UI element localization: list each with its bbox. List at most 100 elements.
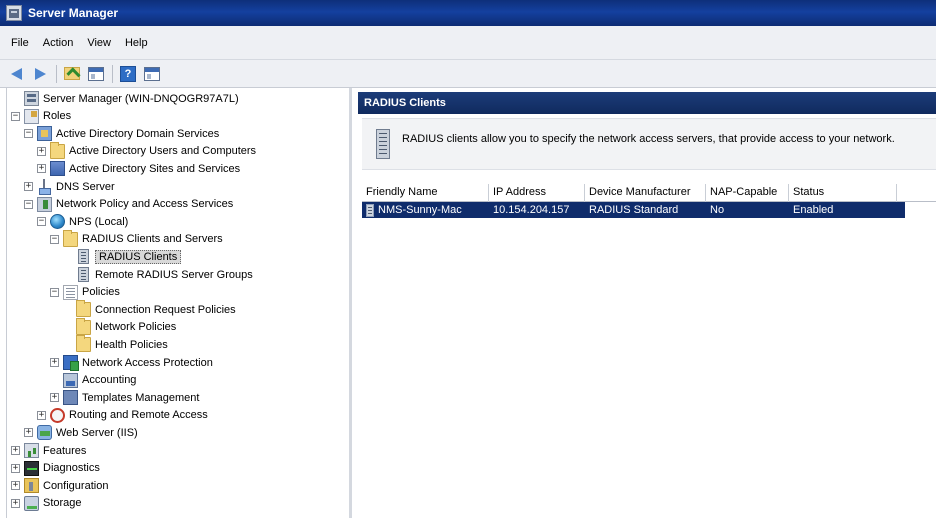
show-hide-action-pane-button[interactable] <box>142 64 162 84</box>
tree-node-dns-server[interactable]: + DNS Server <box>24 178 115 195</box>
radius-client-icon <box>376 129 390 159</box>
tree-node-label: Connection Request Policies <box>95 303 236 316</box>
tree-node-connection-request-policies[interactable]: Connection Request Policies <box>63 300 236 318</box>
tree-node-web-server-iis[interactable]: + Web Server (IIS) <box>24 424 138 441</box>
help-icon: ? <box>120 65 136 82</box>
tree-node-label: Accounting <box>82 374 137 387</box>
cell-nap-capable: No <box>710 204 725 216</box>
expand-icon[interactable]: + <box>50 358 59 367</box>
tree-node-features[interactable]: + Features <box>11 442 86 459</box>
menu-file[interactable]: File <box>4 35 36 51</box>
up-one-level-button[interactable] <box>62 64 82 84</box>
collapse-icon[interactable]: − <box>24 129 33 139</box>
route-icon <box>50 407 65 423</box>
tree-node-active-directory-domain-services[interactable]: − Active Directory Domain Services <box>24 125 219 142</box>
back-button[interactable] <box>6 64 26 84</box>
tree-node-policies[interactable]: − Policies <box>50 284 120 301</box>
tree-node-radius-clients[interactable]: RADIUS Clients <box>63 248 182 265</box>
cell-friendly-name: NMS-Sunny-Mac <box>362 202 489 218</box>
console-tree[interactable]: Server Manager (WIN-DNQOGR97A7L) − Roles − A… <box>6 88 352 518</box>
radius-clients-list: Friendly Name IP Address Device Manufact… <box>362 184 936 218</box>
menu-bar: File Action View Help <box>0 26 936 60</box>
device-icon <box>78 267 89 282</box>
collapse-icon[interactable]: − <box>24 199 33 209</box>
expand-icon[interactable]: + <box>11 446 20 455</box>
cell-ip-address: 10.154.204.157 <box>493 204 570 216</box>
tree-node-active-directory-users-and-computers[interactable]: + Active Directory Users and Computers <box>37 141 257 160</box>
forward-button[interactable] <box>30 64 50 84</box>
expand-icon[interactable]: + <box>37 146 46 156</box>
sites-icon <box>50 161 65 177</box>
column-device-manufacturer[interactable]: Device Manufacturer <box>585 184 706 202</box>
details-pane: RADIUS Clients RADIUS clients allow you … <box>358 88 936 518</box>
tree-node-label: Web Server (IIS) <box>56 426 138 439</box>
tree-node-configuration[interactable]: + Configuration <box>11 477 108 494</box>
tree-node-radius-clients-and-servers[interactable]: − RADIUS Clients and Servers <box>50 229 223 248</box>
server-manager-icon <box>6 5 22 21</box>
cell-status: Enabled <box>793 204 834 216</box>
expand-icon[interactable]: + <box>24 182 33 191</box>
tree-node-label: Network Access Protection <box>82 356 213 369</box>
tree-node-server-manager-win-dnqogr97a7l[interactable]: Server Manager (WIN-DNQOGR97A7L) <box>11 90 239 107</box>
tree-node-templates-management[interactable]: + Templates Management <box>50 389 199 406</box>
menu-view[interactable]: View <box>80 35 118 51</box>
tree-node-nps-local[interactable]: − NPS (Local) <box>37 213 128 230</box>
expand-icon[interactable]: + <box>37 410 46 420</box>
column-nap-capable[interactable]: NAP-Capable <box>706 184 789 202</box>
tree-node-network-policies[interactable]: Network Policies <box>63 317 176 336</box>
globe-icon <box>50 214 65 230</box>
expand-icon[interactable]: + <box>11 463 20 473</box>
tree-node-label: DNS Server <box>56 180 115 193</box>
collapse-icon[interactable]: − <box>50 234 59 244</box>
collapse-icon[interactable]: − <box>37 217 46 227</box>
tree-node-label: Diagnostics <box>43 462 100 475</box>
expand-icon[interactable]: + <box>37 164 46 174</box>
tree-node-label: Active Directory Users and Computers <box>69 145 257 158</box>
tree-node-health-policies[interactable]: Health Policies <box>63 335 168 353</box>
tree-node-label: Network Policy and Access Services <box>56 198 234 211</box>
help-button[interactable]: ? <box>118 64 138 84</box>
tree-node-routing-and-remote-access[interactable]: + Routing and Remote Access <box>37 407 208 424</box>
tree-node-network-policy-and-access-services[interactable]: − Network Policy and Access Services <box>24 196 233 213</box>
title-bar: Server Manager <box>0 0 936 26</box>
toolbar-separator <box>56 64 57 83</box>
ad-icon <box>37 126 52 142</box>
toolbar: ? <box>0 60 936 88</box>
table-row[interactable]: NMS-Sunny-Mac 10.154.204.157 RADIUS Stan… <box>362 202 905 218</box>
expand-icon[interactable]: + <box>50 393 59 403</box>
tmpl-icon <box>63 390 78 406</box>
cell-device-manufacturer: RADIUS Standard <box>589 204 679 216</box>
menu-action[interactable]: Action <box>36 35 81 51</box>
tree-node-network-access-protection[interactable]: + Network Access Protection <box>50 354 213 371</box>
server-icon <box>24 91 39 106</box>
column-ip-address[interactable]: IP Address <box>489 184 585 202</box>
tree-node-roles[interactable]: − Roles <box>11 108 71 125</box>
collapse-icon[interactable]: − <box>11 111 20 121</box>
tree-node-remote-radius-server-groups[interactable]: Remote RADIUS Server Groups <box>63 266 253 283</box>
expand-icon[interactable]: + <box>11 481 20 491</box>
description-box: RADIUS clients allow you to specify the … <box>362 118 936 170</box>
tree-node-accounting[interactable]: Accounting <box>50 372 136 389</box>
tree-node-storage[interactable]: + Storage <box>11 495 82 512</box>
collapse-icon[interactable]: − <box>50 287 59 297</box>
friendly-name-value: NMS-Sunny-Mac <box>378 204 462 216</box>
tree-node-label: Roles <box>43 110 72 123</box>
tree-node-label: Active Directory Sites and Services <box>69 162 241 175</box>
tree-node-label: Storage <box>43 497 82 510</box>
description-text: RADIUS clients allow you to specify the … <box>402 133 895 145</box>
storage-icon <box>24 495 39 511</box>
tree-node-label: RADIUS Clients and Servers <box>82 233 223 246</box>
menu-help[interactable]: Help <box>118 35 155 51</box>
dns-icon <box>37 179 52 195</box>
folder-icon <box>63 229 78 247</box>
show-hide-console-tree-button[interactable] <box>86 64 106 84</box>
column-status[interactable]: Status <box>789 184 897 202</box>
folder-icon <box>50 141 65 159</box>
expand-icon[interactable]: + <box>11 498 20 508</box>
tree-node-active-directory-sites-and-services[interactable]: + Active Directory Sites and Services <box>37 160 240 177</box>
column-friendly-name[interactable]: Friendly Name <box>362 184 489 202</box>
expand-icon[interactable]: + <box>24 428 33 438</box>
folder-icon <box>76 317 91 335</box>
toolbar-separator <box>112 64 113 83</box>
tree-node-diagnostics[interactable]: + Diagnostics <box>11 460 100 477</box>
